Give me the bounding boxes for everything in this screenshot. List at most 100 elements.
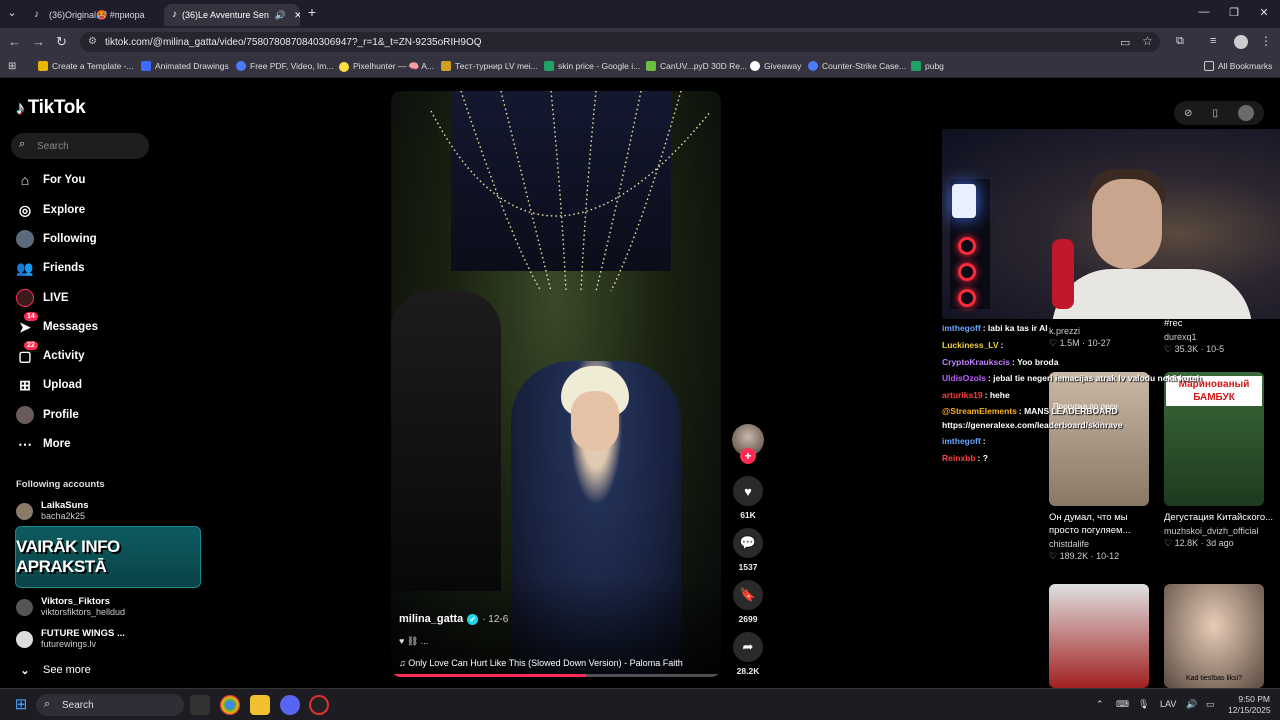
maximize-button[interactable]: ❐ xyxy=(1226,6,1242,19)
save-count: 2699 xyxy=(738,614,758,624)
bookmark-item[interactable]: Create a Template -... xyxy=(38,61,134,71)
bookmark-item[interactable]: Animated Drawings xyxy=(141,61,229,71)
taskbar-search[interactable]: ⌕ Search xyxy=(36,694,184,716)
bookmark-item[interactable]: Free PDF, Video, Im... xyxy=(236,61,333,71)
sidebar-item-following[interactable]: Following xyxy=(16,228,97,250)
menu-icon[interactable]: ⋮ xyxy=(1260,34,1272,48)
minimize-button[interactable]: — xyxy=(1196,6,1212,18)
bookmark-item[interactable]: Giveaway xyxy=(750,61,801,71)
bookmark-item[interactable]: pubg xyxy=(911,61,944,71)
media-icon[interactable]: ≡ xyxy=(1210,35,1216,47)
audio-icon[interactable]: 🔊 xyxy=(275,10,286,21)
network-icon[interactable]: ⌨ xyxy=(1116,699,1129,710)
back-button[interactable]: ← xyxy=(8,34,21,49)
bookmark-item[interactable]: CanUV...pyD 30D Re... xyxy=(646,61,747,71)
reload-button[interactable]: ↻ xyxy=(56,34,67,50)
page-tools: ⊘ ▯ xyxy=(1174,101,1264,125)
tray-chevron-icon[interactable]: ⌃ xyxy=(1096,699,1104,710)
bookmark-item[interactable]: skin price - Google i... xyxy=(544,61,640,71)
close-window-button[interactable]: ✕ xyxy=(1256,6,1272,19)
comment-action[interactable]: 💬 1537 xyxy=(732,528,764,572)
comment-icon[interactable]: 💬 xyxy=(733,528,763,558)
save-action[interactable]: 🔖 2699 xyxy=(732,580,764,624)
share-icon[interactable]: ➦ xyxy=(733,632,763,662)
tab-close-icon[interactable]: ✕ xyxy=(294,10,300,21)
user-avatar[interactable] xyxy=(1237,105,1254,121)
video-author[interactable]: milina_gatta ✓ · 12-6 xyxy=(399,613,508,625)
verified-icon: ✓ xyxy=(467,613,479,625)
following-account[interactable]: LaikaSuns bacha2k25 xyxy=(16,500,89,522)
bookmark-item[interactable]: Counter-Strike Case... xyxy=(808,61,906,71)
see-more-button[interactable]: ⌄ See more xyxy=(16,659,90,681)
bookmark-item[interactable]: Тест-турнир LV mei... xyxy=(441,61,538,71)
chrome-icon[interactable] xyxy=(220,695,240,715)
bookmark-label: Giveaway xyxy=(764,61,802,71)
clock-time: 9:50 PM xyxy=(1238,694,1270,704)
address-bar[interactable]: ⚙ tiktok.com/@milina_gatta/video/7580780… xyxy=(80,32,1160,52)
video-player[interactable]: milina_gatta ✓ · 12-6 ♥ ⛓ ... ♫ Only Lov… xyxy=(391,91,721,677)
apps-icon[interactable]: ⊞ xyxy=(8,61,16,72)
app-icon[interactable] xyxy=(309,695,329,715)
sidebar-item-activity[interactable]: ▢ 22 Activity xyxy=(16,341,85,367)
bookmark-star-icon[interactable]: ☆ xyxy=(1142,34,1153,48)
volume-icon[interactable]: 🔊 xyxy=(1186,699,1197,710)
task-view-icon[interactable] xyxy=(190,695,210,715)
search-input[interactable]: ⌕ Search xyxy=(11,133,149,159)
explore-icon[interactable]: ⊘ xyxy=(1184,108,1192,119)
mic-icon[interactable]: 🎙 xyxy=(1138,699,1149,710)
following-account[interactable]: FUTURE WINGS ... futurewings.lv xyxy=(16,628,125,650)
video-progress-bar[interactable] xyxy=(391,674,721,677)
extensions-icon[interactable]: ⧉ xyxy=(1176,35,1184,48)
tiktok-logo[interactable]: ♪ TikTok xyxy=(16,97,86,119)
chat-message: https://generalexe.com/leaderboard/skinr… xyxy=(942,420,1123,430)
bookmark-favicon-icon xyxy=(750,61,760,71)
sidebar-item-for-you[interactable]: ⌂ For You xyxy=(16,169,86,191)
browser-tab-bar: ⌄ ♪ (36)Original🥵 #приора ♪ (36)Le Avven… xyxy=(0,0,1280,28)
bookmark-icon[interactable]: 🔖 xyxy=(733,580,763,610)
heart-icon[interactable]: ♥ xyxy=(733,476,763,506)
bookmark-label: Animated Drawings xyxy=(155,61,229,71)
chat-line: UldisOzols: jebal tie negeri iemacijas a… xyxy=(942,373,1202,383)
file-explorer-icon[interactable] xyxy=(250,695,270,715)
video-person-left xyxy=(391,291,501,591)
sidebar-item-live[interactable]: LIVE xyxy=(16,287,69,309)
tab-search-icon[interactable]: ⌄ xyxy=(4,6,20,19)
sidebar-item-friends[interactable]: 👥 Friends xyxy=(16,257,84,279)
windows-start-icon[interactable]: ⊞ xyxy=(11,695,31,715)
video-song[interactable]: ♫ Only Love Can Hurt Like This (Slowed D… xyxy=(399,658,683,668)
sidebar-item-explore[interactable]: ◎ Explore xyxy=(16,199,85,221)
recommended-card[interactable]: Маринованый БАМБУК Дегустация Китайского… xyxy=(1164,372,1274,549)
follow-plus-button[interactable]: + xyxy=(740,448,756,464)
recommended-card[interactable]: Kad tiesības liksi? xyxy=(1164,584,1274,688)
forward-button[interactable]: → xyxy=(32,34,45,49)
chat-line: https://generalexe.com/leaderboard/skinr… xyxy=(942,420,1122,430)
bookmark-item[interactable]: Pixelhunter — 🧠 A... xyxy=(339,61,434,72)
site-info-icon[interactable]: ⚙ xyxy=(88,36,97,47)
language-indicator[interactable]: LAV xyxy=(1160,699,1176,709)
phone-icon[interactable]: ▯ xyxy=(1212,108,1218,119)
recommended-card[interactable] xyxy=(1049,584,1159,688)
all-bookmarks[interactable]: All Bookmarks xyxy=(1204,61,1272,71)
tab-2[interactable]: ♪ (36)Le Avventure Sen 🔊 ✕ xyxy=(164,4,300,26)
following-account[interactable]: Viktors_Fiktors viktorsfiktors_helldud xyxy=(16,596,125,618)
share-action[interactable]: ➦ 28.2K xyxy=(732,632,764,676)
sidebar-item-more[interactable]: ⋯ More xyxy=(16,433,70,455)
tab-1[interactable]: ♪ (36)Original🥵 #приора xyxy=(26,4,160,26)
sidebar-item-profile[interactable]: Profile xyxy=(16,404,79,426)
discord-icon[interactable] xyxy=(280,695,300,715)
card-overlay-text: Kad tiesības liksi? xyxy=(1185,675,1243,682)
sidebar-item-messages[interactable]: ➤ 14 Messages xyxy=(16,312,98,338)
recommended-card[interactable]: Прогулка по лесу Он думал, что мы просто… xyxy=(1049,372,1159,562)
cast-icon[interactable]: ▭ xyxy=(1120,36,1130,49)
nav-label: Activity xyxy=(43,350,85,362)
search-icon: ⌕ xyxy=(19,138,26,150)
sidebar-item-upload[interactable]: ⊞ Upload xyxy=(16,374,82,396)
bookmark-label: CanUV...pyD 30D Re... xyxy=(660,61,748,71)
battery-icon[interactable]: ▭ xyxy=(1206,699,1215,710)
bookmark-favicon-icon xyxy=(646,61,656,71)
like-action[interactable]: ♥ 61K xyxy=(732,476,764,520)
recommended-card[interactable]: k.prezzi ♡ 1.5M · 10-27 xyxy=(1049,326,1159,349)
profile-avatar[interactable] xyxy=(1234,35,1248,49)
clock[interactable]: 9:50 PM 12/15/2025 xyxy=(1228,694,1271,716)
new-tab-button[interactable]: + xyxy=(304,4,320,20)
